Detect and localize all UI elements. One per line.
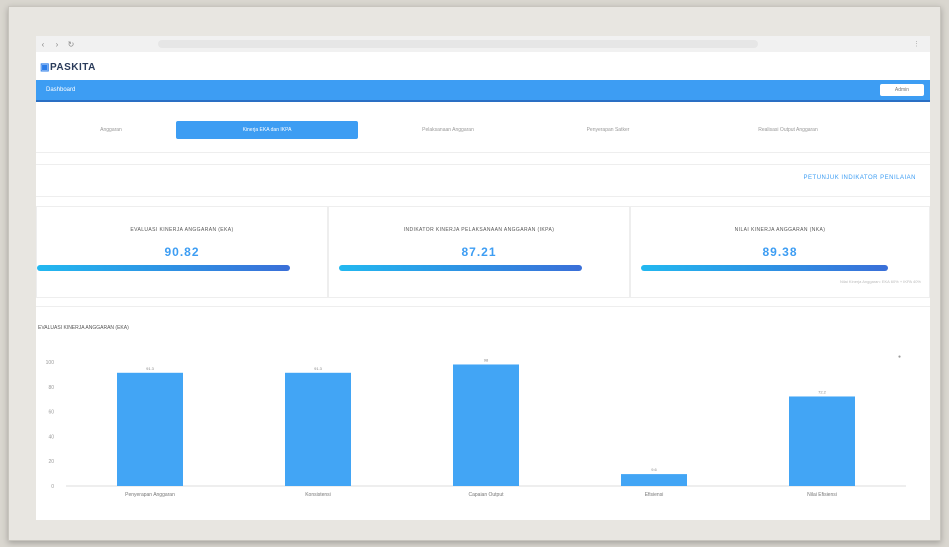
browser-toolbar: ‹ › ↻ ⋮ — [36, 36, 930, 52]
chart-bar[interactable] — [621, 474, 687, 486]
back-icon[interactable]: ‹ — [36, 40, 50, 49]
user-menu-button[interactable]: Admin — [880, 84, 924, 96]
card-value: 90.82 — [164, 245, 200, 259]
browser-menu-icon[interactable]: ⋮ — [913, 40, 920, 48]
y-tick-label: 100 — [46, 360, 55, 366]
bar-value-label: 98 — [484, 357, 489, 362]
reload-icon[interactable]: ↻ — [64, 40, 78, 49]
nav-brand[interactable]: Dashboard — [46, 87, 75, 93]
tab-realisasi[interactable]: Realisasi Output Anggaran — [708, 121, 868, 139]
score-cards: EVALUASI KINERJA ANGGARAN (EKA) 90.82 IN… — [36, 206, 930, 298]
card-note: Nilai Kinerja Anggaran: EKA 60% + IKPA 4… — [840, 279, 921, 284]
x-tick-label: Penyerapan Anggaran — [125, 492, 175, 498]
bar-value-label: 9.6 — [651, 467, 657, 472]
chart-title: EVALUASI KINERJA ANGGARAN (EKA) — [38, 325, 129, 331]
legend-marker: ● — [898, 354, 901, 360]
card-title: INDIKATOR KINERJA PELAKSANAAN ANGGARAN (… — [403, 227, 555, 233]
x-tick-label: Nilai Efisiensi — [807, 492, 837, 498]
indicator-guide-link[interactable]: PETUNJUK INDIKATOR PENILAIAN — [804, 175, 916, 181]
chart-bar[interactable] — [285, 372, 351, 486]
card-value: 87.21 — [461, 245, 497, 259]
progress-bar — [37, 265, 290, 271]
y-tick-label: 80 — [48, 385, 54, 391]
bar-value-label: 91.3 — [314, 366, 323, 371]
y-tick-label: 40 — [48, 434, 54, 440]
card-value: 89.38 — [762, 245, 798, 259]
app-logo[interactable]: ▣PASKITA — [40, 62, 96, 73]
progress-bar — [641, 265, 888, 271]
chart-bar[interactable] — [117, 372, 183, 486]
tab-bar: Anggaran Kinerja EKA dan IKPA Pelaksanaa… — [36, 118, 930, 142]
browser-window: ‹ › ↻ ⋮ ▣PASKITA Dashboard Admin Anggara… — [36, 36, 930, 520]
address-bar[interactable] — [158, 40, 758, 48]
tab-kinerja[interactable]: Kinerja EKA dan IKPA — [176, 121, 358, 139]
card-nka: NILAI KINERJA ANGGARAN (NKA) 89.38 Nilai… — [630, 206, 930, 298]
card-title: NILAI KINERJA ANGGARAN (NKA) — [734, 227, 826, 233]
bar-value-label: 91.3 — [146, 366, 155, 371]
card-eka: EVALUASI KINERJA ANGGARAN (EKA) 90.82 — [36, 206, 328, 298]
divider — [36, 164, 930, 165]
logo-mark-icon: ▣ — [40, 62, 50, 73]
x-tick-label: Konsistensi — [305, 492, 331, 498]
progress-bar — [339, 265, 582, 271]
tab-pelaksanaan[interactable]: Pelaksanaan Anggaran — [378, 121, 518, 139]
x-tick-label: Capaian Output — [468, 492, 504, 498]
chart-bar[interactable] — [453, 364, 519, 486]
eka-bar-chart: 0 20 40 60 80 100 91.3 91.3 98 9.6 72.2 Penyerapa… — [46, 354, 906, 498]
chart-bar[interactable] — [789, 396, 855, 486]
y-tick-label: 20 — [48, 459, 54, 465]
y-tick-label: 60 — [48, 410, 54, 416]
divider — [36, 306, 930, 307]
top-navbar: Dashboard Admin — [36, 80, 930, 102]
card-title: EVALUASI KINERJA ANGGARAN (EKA) — [130, 227, 234, 233]
x-tick-label: Efisiensi — [645, 492, 664, 498]
divider — [36, 152, 930, 153]
card-ikpa: INDIKATOR KINERJA PELAKSANAAN ANGGARAN (… — [328, 206, 630, 298]
bar-value-label: 72.2 — [818, 389, 827, 394]
tab-penyerapan[interactable]: Penyerapan Satker — [538, 121, 678, 139]
divider — [36, 196, 930, 197]
tab-anggaran[interactable]: Anggaran — [66, 121, 156, 139]
forward-icon[interactable]: › — [50, 40, 64, 49]
y-tick-label: 0 — [51, 484, 54, 490]
